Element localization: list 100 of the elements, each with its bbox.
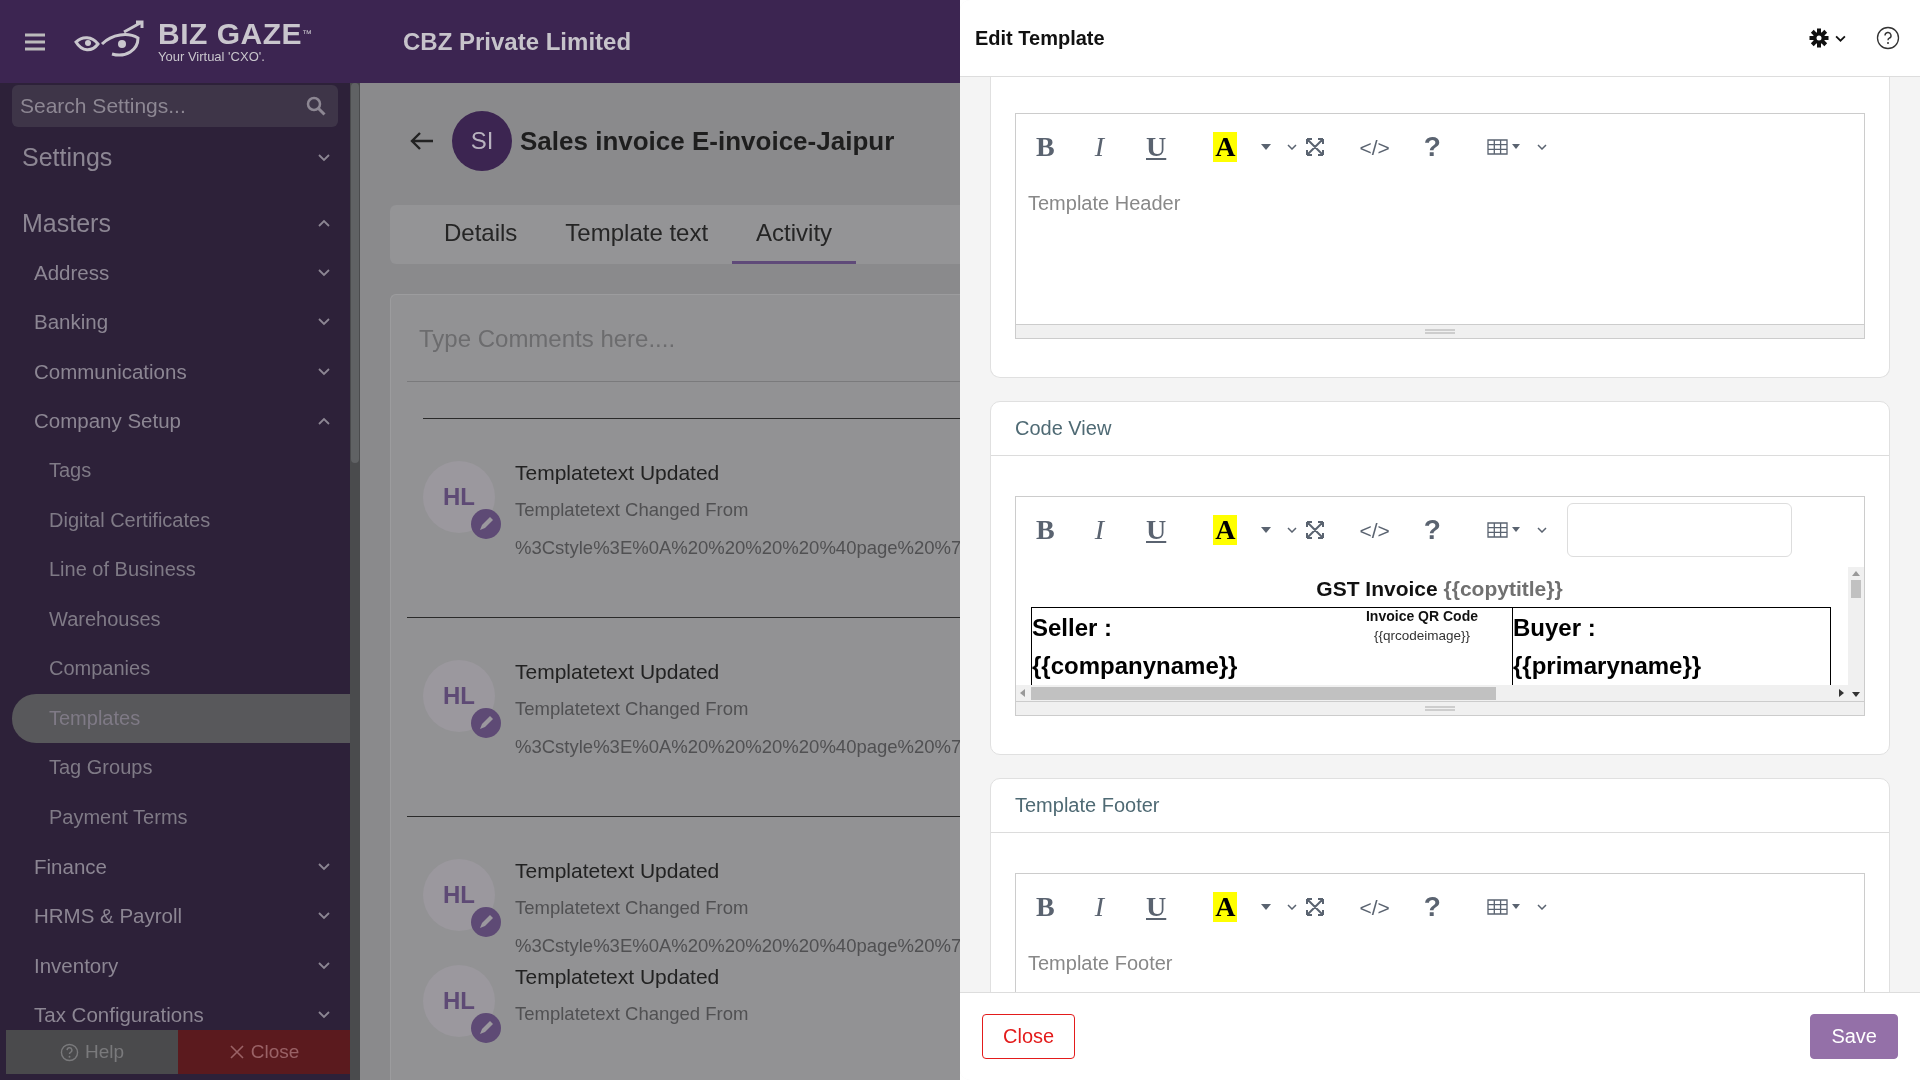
italic-button[interactable]: I (1094, 516, 1104, 544)
sidebar-item[interactable]: Address (0, 248, 350, 298)
sidebar-item[interactable]: Warehouses (0, 594, 350, 644)
company-name: CBZ Private Limited (403, 27, 632, 56)
help-button[interactable]: ? (1423, 516, 1441, 544)
sidebar-item[interactable]: Digital Certificates (0, 495, 350, 545)
code-view-button[interactable]: </> (1359, 136, 1390, 158)
italic-button[interactable]: I (1094, 133, 1104, 161)
sidebar-item[interactable]: Settings (0, 133, 350, 183)
section-title: Template Footer (991, 779, 1889, 833)
menu-icon[interactable] (24, 31, 46, 52)
save-button[interactable]: Save (1810, 1014, 1898, 1059)
dropdown-button[interactable] (1261, 527, 1272, 533)
more-button[interactable] (1536, 527, 1547, 533)
chevron-up-icon (318, 219, 330, 228)
chevron-down-icon (318, 153, 330, 162)
chevron-down-icon (1835, 34, 1846, 42)
rich-text-editor[interactable]: B I U A </> ? GST Invoice {{copytitle}} Seller : {{companyname}} Invoice QR Code {{qrcodeimage}} Buyer : {{primaryname}} (1015, 496, 1865, 716)
close-button[interactable]: Close (982, 1014, 1076, 1059)
sidebar-item[interactable]: Companies (0, 644, 350, 694)
help-icon[interactable] (1876, 26, 1900, 50)
chevron-down-icon (318, 862, 330, 871)
qr-variable: {{qrcodeimage}} (1373, 628, 1471, 643)
logo-tagline: Your Virtual 'CXO'. (158, 49, 266, 64)
vertical-scrollbar[interactable] (1848, 567, 1864, 701)
bold-button[interactable]: B (1036, 133, 1055, 161)
record-avatar: SI (452, 111, 512, 171)
tab[interactable]: Details (420, 205, 542, 264)
input-field[interactable] (1566, 503, 1792, 557)
pencil-icon (471, 1013, 501, 1043)
sidebar-item[interactable]: HRMS & Payroll (0, 891, 350, 941)
record-title: Sales invoice E-invoice-Jaipur (520, 125, 895, 157)
activity-detail: Templatetext Changed From (515, 499, 750, 521)
scrollbar-thumb[interactable] (1851, 580, 1861, 598)
bold-button[interactable]: B (1036, 893, 1055, 921)
rich-text-editor[interactable]: B I U A </> ? Template Header (1015, 113, 1865, 339)
code-view-button[interactable]: </> (1359, 519, 1390, 541)
horizontal-scrollbar[interactable] (1016, 685, 1848, 701)
chevron-down-icon (318, 268, 330, 277)
more-button[interactable] (1287, 144, 1298, 150)
sidebar-item[interactable]: Tags (0, 446, 350, 496)
code-view-button[interactable]: </> (1359, 896, 1390, 918)
editor-placeholder: Template Header (1027, 191, 1182, 216)
italic-button[interactable]: I (1094, 893, 1104, 921)
sidebar-item[interactable]: Tax Configurations (0, 990, 350, 1030)
search-field[interactable]: Search Settings... (12, 85, 338, 127)
more-button[interactable] (1536, 144, 1547, 150)
sidebar-item[interactable]: Tag Groups (0, 743, 350, 793)
more-button[interactable] (1287, 904, 1298, 910)
help-button[interactable]: ? (1423, 893, 1441, 921)
search-icon[interactable] (306, 96, 326, 116)
scrollbar-thumb[interactable] (351, 83, 359, 463)
sidebar-item[interactable]: Communications (0, 347, 350, 397)
scrollbar-thumb[interactable] (1031, 686, 1496, 700)
tab[interactable]: Template text (541, 205, 733, 264)
activity-detail: Templatetext Changed From (515, 698, 750, 720)
fullscreen-button[interactable] (1305, 520, 1326, 540)
chevron-down-icon (318, 318, 330, 327)
chevron-down-icon (318, 961, 330, 970)
back-arrow-icon[interactable] (410, 131, 434, 151)
pencil-icon (471, 509, 501, 539)
bold-button[interactable]: B (1036, 516, 1055, 544)
text-color-button[interactable]: A (1213, 515, 1238, 545)
scroll-right-icon[interactable] (1839, 689, 1844, 697)
text-color-button[interactable]: A (1213, 132, 1238, 162)
underline-button[interactable]: U (1146, 516, 1167, 544)
underline-button[interactable]: U (1146, 893, 1167, 921)
underline-button[interactable]: U (1146, 133, 1167, 161)
sidebar-item[interactable]: Company Setup (0, 396, 350, 446)
buyer-variable: {{primaryname}} (1513, 651, 1703, 681)
chevron-down-icon (318, 1011, 330, 1020)
activity-detail: Templatetext Changed From (515, 897, 750, 919)
help-button[interactable]: ? (1423, 133, 1441, 161)
chevron-up-icon (318, 417, 330, 426)
sidebar-item[interactable]: Line of Business (0, 545, 350, 595)
settings-button[interactable] (1809, 28, 1846, 48)
sidebar-item[interactable]: Payment Terms (0, 792, 350, 842)
dropdown-button[interactable] (1261, 144, 1272, 150)
resize-handle-icon[interactable] (1425, 706, 1455, 711)
text-color-button[interactable]: A (1213, 892, 1238, 922)
table-button[interactable] (1486, 522, 1521, 538)
resize-handle-icon[interactable] (1425, 329, 1455, 334)
seller-label: Seller : (1032, 613, 1114, 643)
editor-placeholder: Template Footer (1027, 951, 1174, 976)
more-button[interactable] (1536, 904, 1547, 910)
fullscreen-button[interactable] (1305, 137, 1326, 157)
activity-value: %3Cstyle%3E%0A%20%20%20%20%40page%20%7 (515, 935, 960, 957)
scroll-down-icon[interactable] (1852, 692, 1860, 697)
sidebar-item[interactable]: Banking (0, 297, 350, 347)
sidebar-item[interactable]: Inventory (0, 941, 350, 991)
sidebar-item[interactable]: Masters (0, 198, 350, 248)
table-button[interactable] (1486, 139, 1521, 155)
dropdown-button[interactable] (1261, 904, 1272, 910)
fullscreen-button[interactable] (1305, 897, 1326, 917)
chevron-down-icon (318, 367, 330, 376)
table-button[interactable] (1486, 899, 1521, 915)
close-button[interactable]: Close (178, 1030, 350, 1074)
tab[interactable]: Activity (732, 205, 857, 264)
sidebar-item[interactable]: Finance (0, 842, 350, 892)
more-button[interactable] (1287, 527, 1298, 533)
